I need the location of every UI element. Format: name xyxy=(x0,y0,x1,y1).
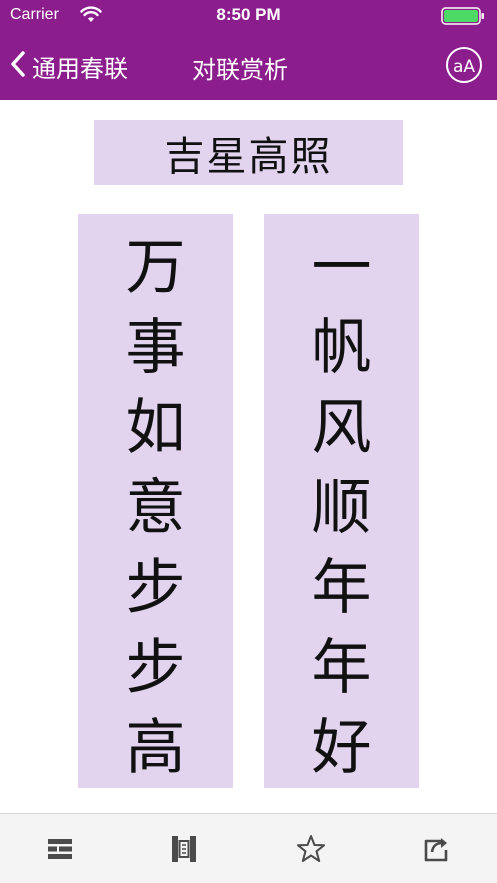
share-icon xyxy=(424,838,448,862)
scroll-char: 顺 xyxy=(311,473,372,543)
left-scroll: 万 事 如 意 步 步 高 xyxy=(78,214,233,788)
list-icon xyxy=(48,839,72,859)
scroll-char: 意 xyxy=(125,473,186,543)
scroll-button[interactable] xyxy=(166,832,202,866)
battery-icon xyxy=(441,7,485,25)
scroll-char: 帆 xyxy=(311,313,372,383)
navigation-bar: 通用春联 对联赏析 aA xyxy=(0,32,497,100)
back-button[interactable]: 通用春联 xyxy=(10,46,128,86)
scroll-char: 年 xyxy=(311,553,372,623)
right-scroll: 一 帆 风 顺 年 年 好 xyxy=(264,214,419,788)
scroll-icon xyxy=(172,836,196,862)
back-button-label: 通用春联 xyxy=(32,54,128,83)
scroll-char: 风 xyxy=(311,393,372,463)
scroll-char: 步 xyxy=(125,553,186,623)
font-size-icon: aA xyxy=(446,47,482,83)
status-bar: Carrier 8:50 PM xyxy=(0,0,497,32)
chevron-left-icon xyxy=(10,50,26,82)
bottom-toolbar xyxy=(0,813,497,883)
scroll-char: 高 xyxy=(125,713,186,783)
scroll-char: 如 xyxy=(125,393,186,463)
font-size-button[interactable]: aA xyxy=(445,46,483,84)
share-button[interactable] xyxy=(418,832,454,866)
scroll-char: 万 xyxy=(125,233,186,303)
favorite-button[interactable] xyxy=(293,832,329,866)
scroll-char: 一 xyxy=(311,233,372,303)
horizontal-scroll: 吉星高照 xyxy=(94,120,403,185)
scroll-char: 好 xyxy=(311,713,372,783)
font-size-text: aA xyxy=(453,57,475,77)
list-button[interactable] xyxy=(42,832,78,866)
scroll-char: 年 xyxy=(311,633,372,703)
star-icon xyxy=(297,835,325,862)
page-title: 对联赏析 xyxy=(192,56,288,84)
scroll-char: 步 xyxy=(125,633,186,703)
couplet-content: 吉星高照 万 事 如 意 步 步 高 一 帆 风 顺 年 年 好 xyxy=(0,100,497,813)
status-time: 8:50 PM xyxy=(216,5,281,24)
scroll-char: 事 xyxy=(125,313,186,383)
